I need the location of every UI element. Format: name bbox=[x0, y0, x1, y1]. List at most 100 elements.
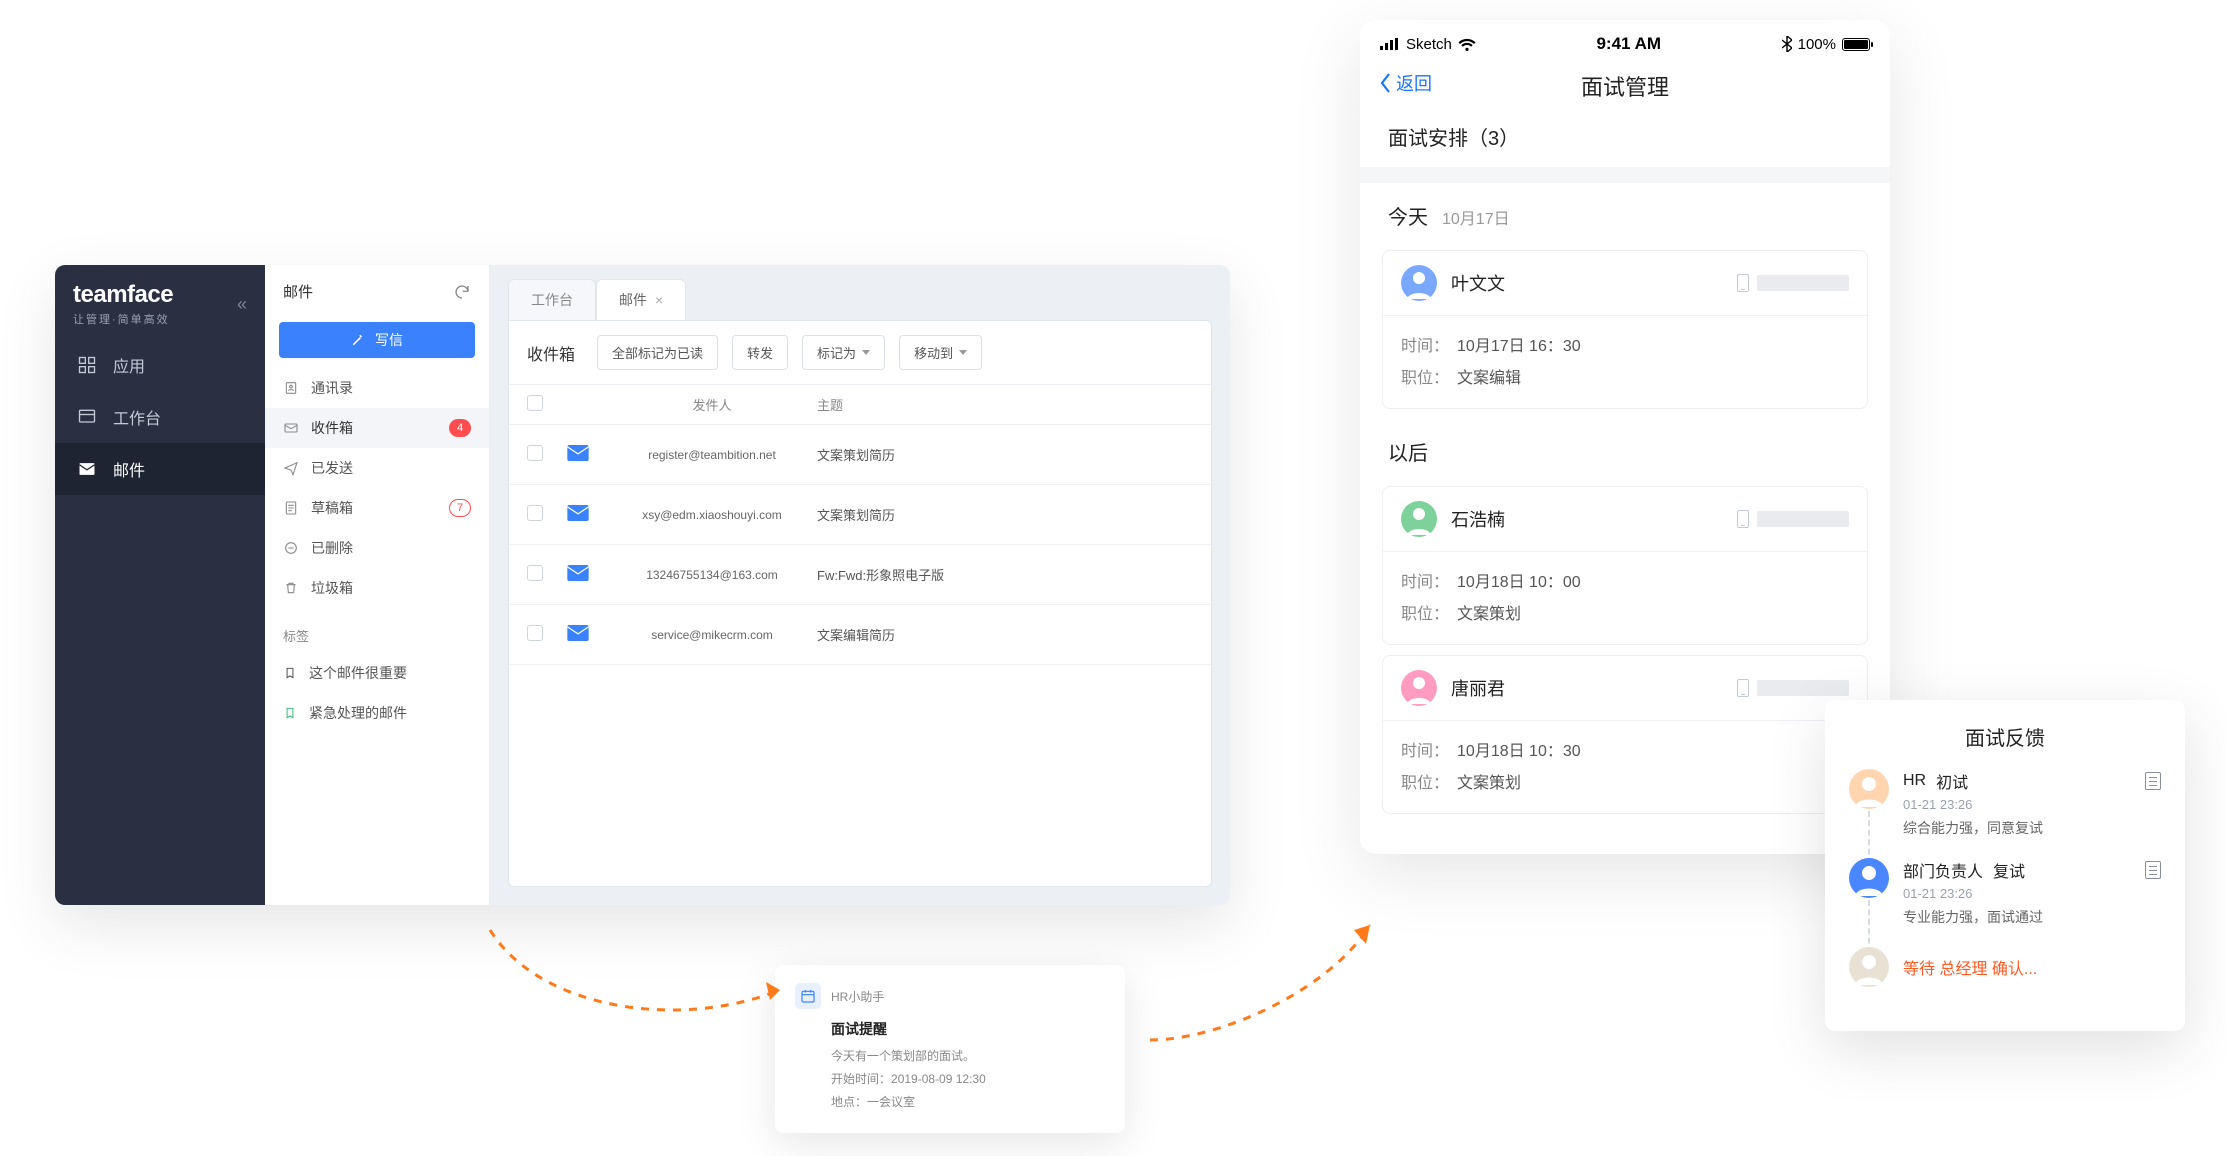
signal-icon bbox=[1380, 38, 1400, 50]
folder-drafts[interactable]: 草稿箱 7 bbox=[265, 488, 489, 528]
feedback-item: 部门负责人 复试 01-21 23:26 专业能力强，面试通过 bbox=[1849, 858, 2161, 947]
tag-label: 这个邮件很重要 bbox=[309, 663, 407, 683]
collapse-nav-icon[interactable]: « bbox=[237, 294, 247, 315]
phone-icon bbox=[1737, 274, 1749, 292]
redacted-phone bbox=[1757, 680, 1849, 696]
from: register@teambition.net bbox=[627, 448, 797, 462]
mail-sidebar-header: 邮件 bbox=[265, 265, 489, 318]
mail-main: 工作台 邮件 × 收件箱 全部标记为已读 转发 标记为 移动到 发件人 主题 bbox=[490, 265, 1230, 905]
wifi-icon bbox=[1458, 38, 1476, 51]
folder-inbox[interactable]: 收件箱 4 bbox=[265, 408, 489, 448]
note-icon[interactable] bbox=[2145, 772, 2161, 790]
notif-body-line: 开始时间：2019-08-09 12:30 bbox=[831, 1068, 1105, 1091]
feedback-role: HR bbox=[1903, 772, 1926, 790]
nav-label: 工作台 bbox=[113, 405, 161, 429]
feedback-title: 面试反馈 bbox=[1849, 722, 2161, 751]
mail-row[interactable]: register@teambition.net 文案策划简历 bbox=[509, 425, 1211, 485]
interview-card[interactable]: 石浩楠 时间：10月18日 10：00 职位：文案策划 bbox=[1382, 486, 1868, 645]
mail-icon bbox=[567, 449, 589, 464]
bluetooth-icon bbox=[1782, 36, 1792, 52]
drafts-badge: 7 bbox=[449, 499, 471, 517]
section-divider bbox=[1360, 167, 1890, 183]
interview-position: 文案策划 bbox=[1457, 600, 1521, 624]
phone-icon bbox=[1737, 679, 1749, 697]
refresh-icon[interactable] bbox=[453, 283, 471, 301]
notif-body-line: 今天有一个策划部的面试。 bbox=[831, 1045, 1105, 1068]
folder-contacts[interactable]: 通讯录 bbox=[265, 368, 489, 408]
day-heading-today: 今天 10月17日 bbox=[1360, 183, 1890, 240]
tag-label: 紧急处理的邮件 bbox=[309, 703, 407, 723]
mail-icon bbox=[567, 629, 589, 644]
battery-percent: 100% bbox=[1798, 36, 1836, 53]
page-title: 面试管理 bbox=[1581, 70, 1669, 102]
close-icon[interactable]: × bbox=[655, 292, 663, 308]
inbox-badge: 4 bbox=[449, 419, 471, 437]
subject: 文案策划简历 bbox=[797, 505, 1193, 524]
compose-button[interactable]: 写信 bbox=[279, 322, 475, 358]
chevron-down-icon bbox=[959, 350, 967, 355]
workbench-icon bbox=[77, 407, 97, 427]
candidate-name: 叶文文 bbox=[1451, 270, 1505, 296]
phone-chip bbox=[1737, 274, 1849, 292]
forward-button[interactable]: 转发 bbox=[732, 335, 788, 370]
folder-label: 通讯录 bbox=[311, 378, 353, 398]
row-checkbox[interactable] bbox=[527, 565, 543, 581]
battery-icon bbox=[1842, 38, 1870, 51]
mark-all-read-button[interactable]: 全部标记为已读 bbox=[597, 335, 718, 370]
avatar bbox=[1849, 769, 1889, 809]
trash-icon bbox=[283, 580, 299, 596]
phone-chip bbox=[1737, 679, 1849, 697]
mail-row[interactable]: 13246755134@163.com Fw:Fwd:形象照电子版 bbox=[509, 545, 1211, 605]
select-all-checkbox[interactable] bbox=[527, 395, 543, 411]
status-bar: Sketch 9:41 AM 100% bbox=[1360, 20, 1890, 60]
feedback-comment: 专业能力强，面试通过 bbox=[1903, 907, 2161, 927]
apps-icon bbox=[77, 355, 97, 375]
mail-toolbar: 收件箱 全部标记为已读 转发 标记为 移动到 bbox=[509, 321, 1211, 385]
nav-workbench[interactable]: 工作台 bbox=[55, 391, 265, 443]
phone-icon bbox=[1737, 510, 1749, 528]
avatar bbox=[1401, 501, 1437, 537]
flow-arrow bbox=[1140, 910, 1390, 1060]
feedback-waiting: 等待 总经理 确认... bbox=[1849, 947, 2161, 1007]
move-to-button[interactable]: 移动到 bbox=[899, 335, 982, 370]
tag-urgent[interactable]: 紧急处理的邮件 bbox=[265, 693, 489, 733]
bookmark-icon bbox=[283, 666, 297, 680]
row-checkbox[interactable] bbox=[527, 625, 543, 641]
from: xsy@edm.xiaoshouyi.com bbox=[627, 508, 797, 522]
from: service@mikecrm.com bbox=[627, 628, 797, 642]
note-icon[interactable] bbox=[2145, 861, 2161, 879]
back-button[interactable]: 返回 bbox=[1378, 70, 1432, 96]
toolbar-title: 收件箱 bbox=[527, 341, 575, 365]
row-checkbox[interactable] bbox=[527, 505, 543, 521]
tab-workbench[interactable]: 工作台 bbox=[508, 279, 596, 320]
feedback-role: 部门负责人 bbox=[1903, 858, 1983, 882]
interview-position: 文案编辑 bbox=[1457, 364, 1521, 388]
schedule-heading: 面试安排（3） bbox=[1360, 118, 1890, 167]
chevron-down-icon bbox=[862, 350, 870, 355]
interview-feedback-card: 面试反馈 HR 初试 01-21 23:26 综合能力强，同意复试 部门负责人 … bbox=[1825, 700, 2185, 1031]
phone-chip bbox=[1737, 510, 1849, 528]
folder-trash[interactable]: 垃圾箱 bbox=[265, 568, 489, 608]
avatar bbox=[1849, 858, 1889, 898]
interview-card[interactable]: 叶文文 时间：10月17日 16：30 职位：文案编辑 bbox=[1382, 250, 1868, 409]
tab-mail[interactable]: 邮件 × bbox=[596, 279, 686, 320]
brand-name: teamface bbox=[73, 281, 173, 309]
nav-apps[interactable]: 应用 bbox=[55, 339, 265, 391]
tag-important[interactable]: 这个邮件很重要 bbox=[265, 653, 489, 693]
day-heading-later: 以后 bbox=[1360, 419, 1890, 476]
deleted-icon bbox=[283, 540, 299, 556]
redacted-phone bbox=[1757, 511, 1849, 527]
waiting-text: 等待 总经理 确认... bbox=[1903, 955, 2037, 979]
inbox-icon bbox=[283, 420, 299, 436]
row-checkbox[interactable] bbox=[527, 445, 543, 461]
sent-icon bbox=[283, 460, 299, 476]
mail-row[interactable]: service@mikecrm.com 文案编辑简历 bbox=[509, 605, 1211, 665]
compose-label: 写信 bbox=[375, 330, 403, 350]
interview-card[interactable]: 唐丽君 时间：10月18日 10：30 职位：文案策划 bbox=[1382, 655, 1868, 814]
mail-row[interactable]: xsy@edm.xiaoshouyi.com 文案策划简历 bbox=[509, 485, 1211, 545]
mark-as-button[interactable]: 标记为 bbox=[802, 335, 885, 370]
nav-mail[interactable]: 邮件 bbox=[55, 443, 265, 495]
folder-sent[interactable]: 已发送 bbox=[265, 448, 489, 488]
col-subject: 主题 bbox=[797, 395, 1193, 414]
folder-deleted[interactable]: 已删除 bbox=[265, 528, 489, 568]
